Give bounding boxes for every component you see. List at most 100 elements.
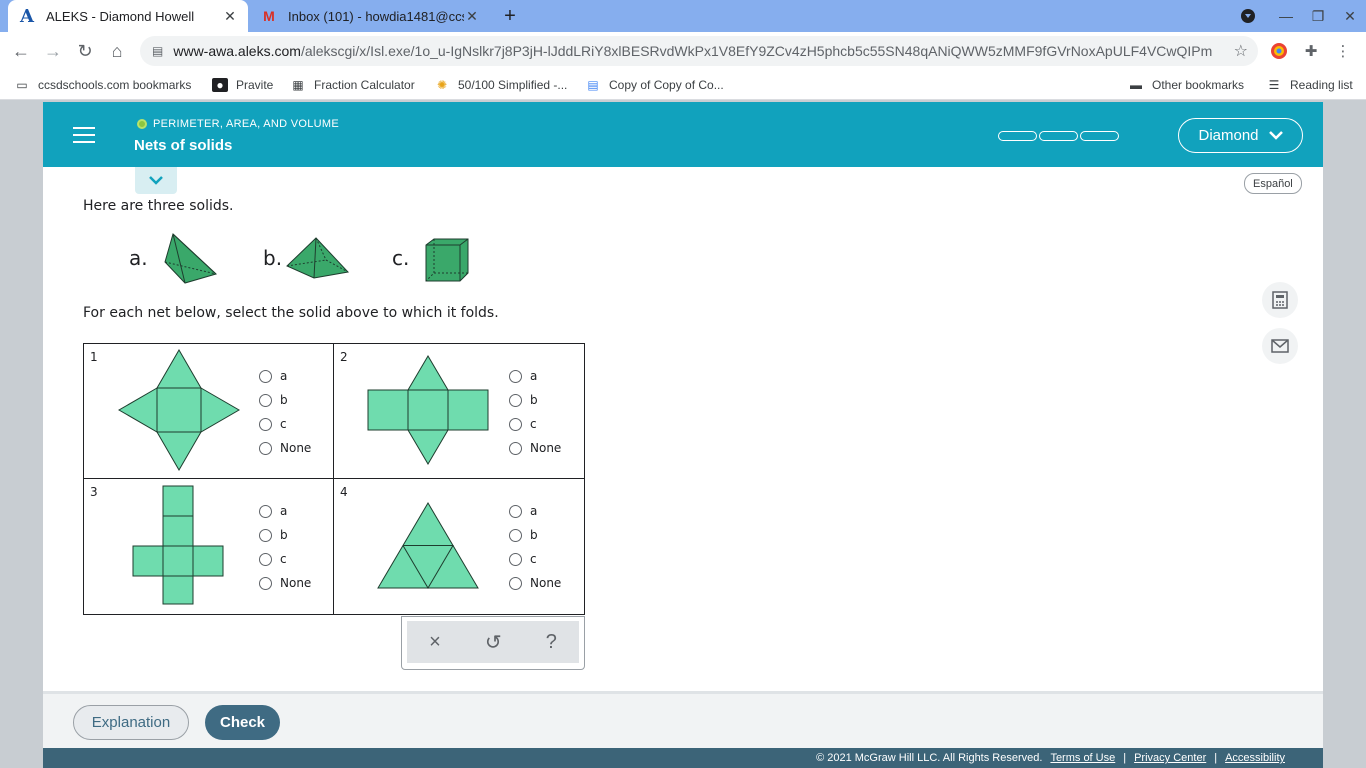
radio-button[interactable] [259,417,272,431]
option-a[interactable]: a [509,364,561,388]
progress-bar [998,131,1119,141]
option-b[interactable]: b [509,388,561,412]
window-close-icon[interactable]: ✕ [1334,0,1366,32]
tab-search-icon[interactable] [1232,0,1264,32]
radio-button[interactable] [509,441,522,455]
legal-bar: © 2021 McGraw Hill LLC. All Rights Reser… [43,748,1323,768]
reading-list[interactable]: ☰ Reading list [1266,76,1353,94]
terms-link[interactable]: Terms of Use [1050,752,1115,764]
option-b[interactable]: b [259,388,311,412]
bookmark-item[interactable]: ● Pravite [212,76,273,94]
answer-options: a b c None [509,364,561,460]
radio-button[interactable] [259,369,272,383]
radio-button[interactable] [259,528,272,542]
gmail-favicon-icon: M [263,8,275,24]
radio-button[interactable] [509,552,522,566]
undo-icon[interactable]: ↺ [485,630,502,655]
option-a[interactable]: a [509,499,561,523]
browser-menu-icon[interactable]: ⋮ [1332,40,1354,62]
option-none[interactable]: None [509,571,561,595]
bookmark-item[interactable]: ▤ Copy of Copy of Co... [585,76,723,94]
radio-button[interactable] [259,504,272,518]
net-cell-3: 3 a b c None [84,479,334,614]
net-cell-4: 4 a b c None [334,479,584,614]
privacy-link[interactable]: Privacy Center [1134,752,1206,764]
aleks-app: PERIMETER, AREA, AND VOLUME Nets of soli… [43,102,1323,768]
radio-button[interactable] [509,393,522,407]
radio-button[interactable] [259,393,272,407]
option-c[interactable]: c [509,547,561,571]
video-icon: ● [212,78,228,92]
tab-aleks[interactable]: A ALEKS - Diamond Howell ✕ [8,0,248,32]
bookmark-star-icon[interactable]: ☆ [1234,41,1248,61]
radio-button[interactable] [259,576,272,590]
mail-icon[interactable] [1262,328,1298,364]
bookmark-item[interactable]: ▭ ccsdschools.com bookmarks [14,76,191,94]
radio-button[interactable] [509,504,522,518]
net-cell-2: 2 a b c None [334,344,584,479]
folder-icon: ▭ [16,78,28,92]
forward-arrow-icon[interactable]: → [40,38,66,64]
separator: | [1123,752,1127,764]
option-c[interactable]: c [259,547,311,571]
radio-button[interactable] [509,576,522,590]
bookmark-item[interactable]: ✺ 50/100 Simplified -... [434,76,567,94]
accessibility-link[interactable]: Accessibility [1225,752,1285,764]
option-a[interactable]: a [259,364,311,388]
option-none[interactable]: None [509,436,561,460]
chevron-down-icon [1268,127,1283,144]
site-info-icon[interactable]: ▤ [152,44,163,58]
option-b[interactable]: b [509,523,561,547]
close-icon[interactable]: ✕ [464,8,480,25]
address-bar[interactable]: ▤ www-awa.aleks.com/alekscgi/x/Isl.exe/1… [140,36,1258,66]
answer-options: a b c None [509,499,561,595]
language-toggle-button[interactable]: Español [1244,173,1302,194]
footer-bar: Explanation Check [43,691,1323,748]
radio-button[interactable] [509,369,522,383]
reload-icon[interactable]: ↻ [72,38,98,64]
help-icon[interactable]: ? [546,631,557,654]
answer-options: a b c None [259,364,311,460]
option-none[interactable]: None [259,436,311,460]
tab-title: ALEKS - Diamond Howell [46,8,195,24]
tab-inbox[interactable]: M Inbox (101) - howdia1481@ccsd ✕ [250,0,490,32]
solid-label-c: c. [392,246,410,270]
square-pyramid-icon [286,237,349,279]
option-c[interactable]: c [259,412,311,436]
minimize-icon[interactable]: — [1270,0,1302,32]
extensions-puzzle-icon[interactable]: ✚ [1300,40,1322,62]
answer-options: a b c None [259,499,311,595]
extension-color-icon[interactable] [1268,40,1290,62]
lesson-title: Nets of solids [134,137,233,154]
back-arrow-icon[interactable]: ← [8,38,34,64]
home-icon[interactable]: ⌂ [104,38,130,64]
check-button[interactable]: Check [205,705,280,740]
tab-bar: A ALEKS - Diamond Howell ✕ M Inbox (101)… [0,0,1366,32]
radio-button[interactable] [259,552,272,566]
close-icon[interactable]: ✕ [222,8,238,25]
reading-list-icon: ☰ [1268,78,1280,92]
bookmarks-bar: ▭ ccsdschools.com bookmarks ● Pravite ▦ Fra… [0,70,1366,100]
option-a[interactable]: a [259,499,311,523]
new-tab-button[interactable]: + [498,4,522,28]
menu-icon[interactable] [69,120,99,150]
bookmark-item[interactable]: ▦ Fraction Calculator [290,76,414,94]
option-c[interactable]: c [509,412,561,436]
option-none[interactable]: None [259,571,311,595]
topic-dropdown-toggle[interactable] [135,167,177,194]
calculator-icon[interactable] [1262,282,1298,318]
other-bookmarks[interactable]: ▬ Other bookmarks [1128,76,1244,94]
problem-instruction: For each net below, select the solid abo… [83,305,499,321]
radio-button[interactable] [509,417,522,431]
status-dot-icon [137,119,147,129]
radio-button[interactable] [259,441,272,455]
radio-button[interactable] [509,528,522,542]
restore-icon[interactable]: ❐ [1302,0,1334,32]
explanation-button[interactable]: Explanation [73,705,189,740]
user-menu-button[interactable]: Diamond [1178,118,1303,153]
browser-toolbar: ← → ↻ ⌂ ▤ www-awa.aleks.com/alekscgi/x/I… [0,32,1366,70]
clear-icon[interactable]: × [429,631,441,654]
solid-label-b: b. [263,246,283,270]
option-b[interactable]: b [259,523,311,547]
site-icon: ✺ [436,78,448,92]
